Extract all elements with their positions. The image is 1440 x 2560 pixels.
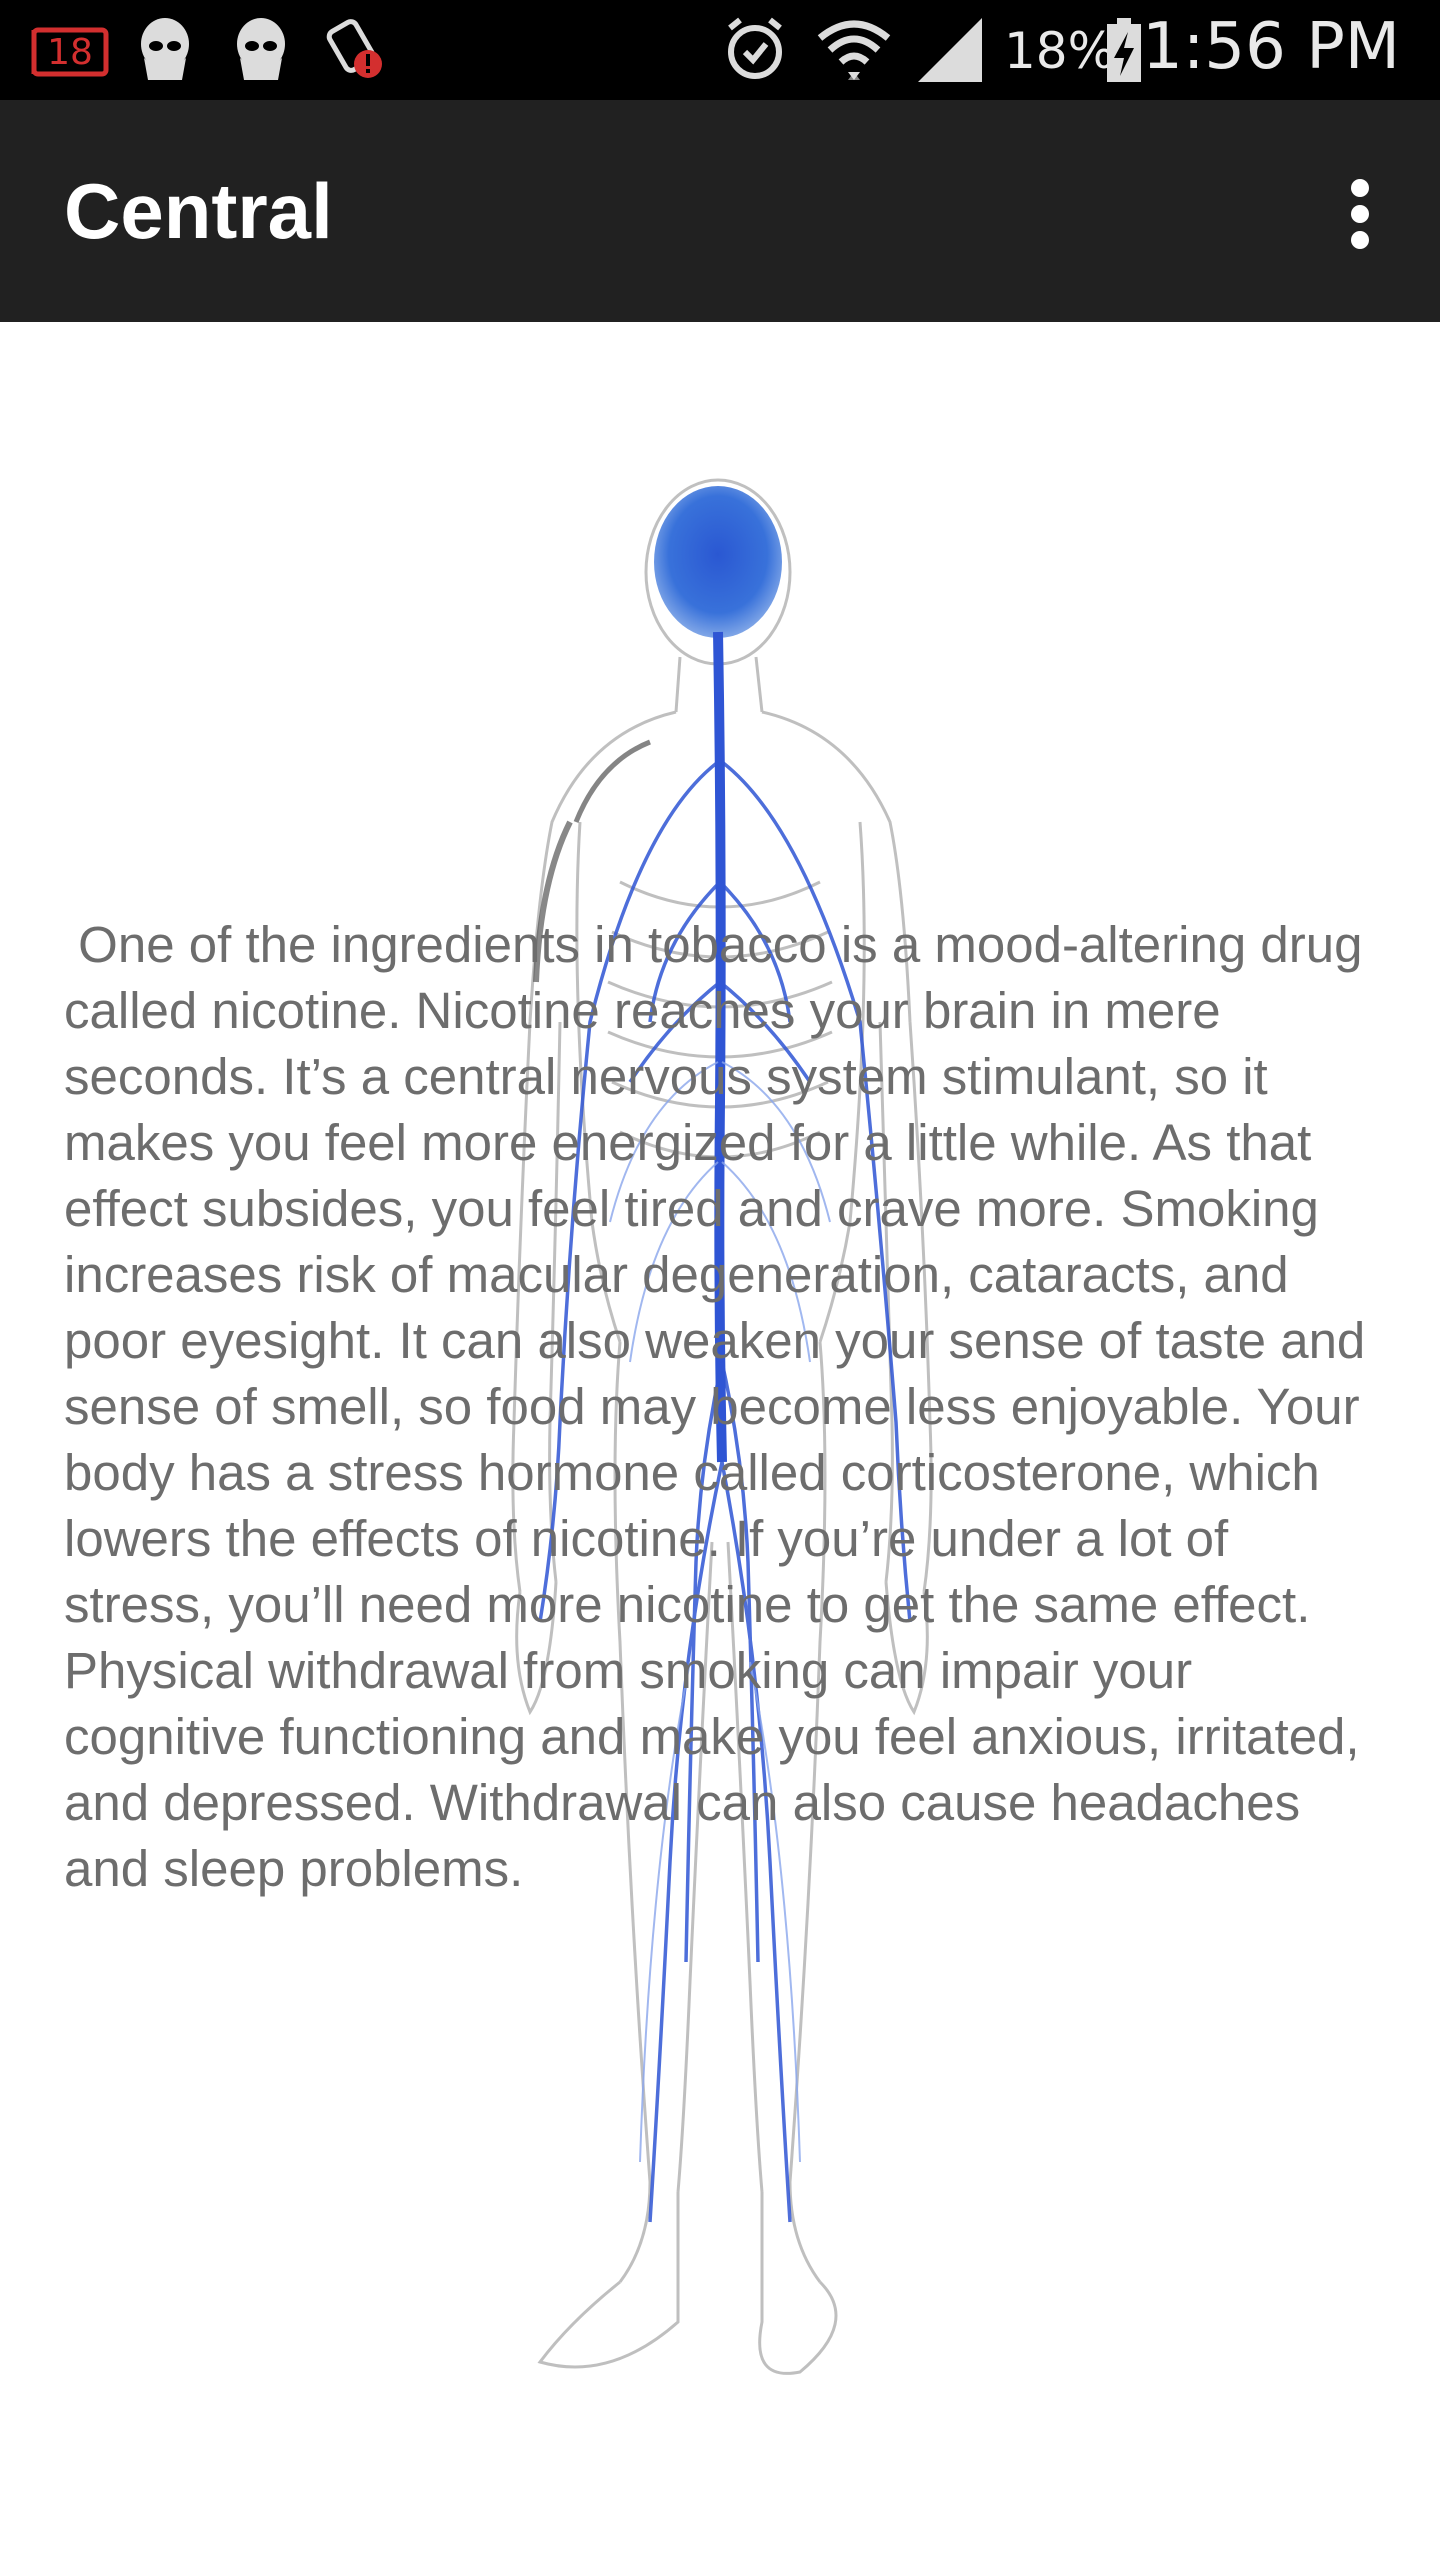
- alien-icon: [237, 18, 285, 80]
- battery-percent: 18%: [1004, 22, 1116, 80]
- screen: 18 18% 1:56 PM Central One of the ingred…: [0, 0, 1440, 2560]
- signal-icon: [918, 18, 982, 82]
- app-title: Central: [64, 167, 333, 255]
- app-alert-icon: [326, 19, 382, 78]
- calendar-badge-icon: 18: [31, 27, 109, 77]
- wifi-icon: [817, 20, 891, 80]
- battery-charging-icon: [1107, 18, 1141, 82]
- calendar-badge-number: 18: [47, 32, 93, 73]
- alarm-icon: [728, 17, 782, 79]
- status-time: 1:56 PM: [1142, 10, 1400, 84]
- overflow-menu-button[interactable]: [1320, 170, 1400, 260]
- app-bar: Central: [0, 100, 1440, 322]
- more-vert-icon: [1351, 179, 1369, 249]
- status-bar: 18 18% 1:56 PM: [0, 0, 1440, 100]
- alien-icon: [141, 18, 189, 80]
- content-area: One of the ingredients in tobacco is a m…: [0, 322, 1440, 2560]
- article-body-text: One of the ingredients in tobacco is a m…: [64, 916, 1380, 1897]
